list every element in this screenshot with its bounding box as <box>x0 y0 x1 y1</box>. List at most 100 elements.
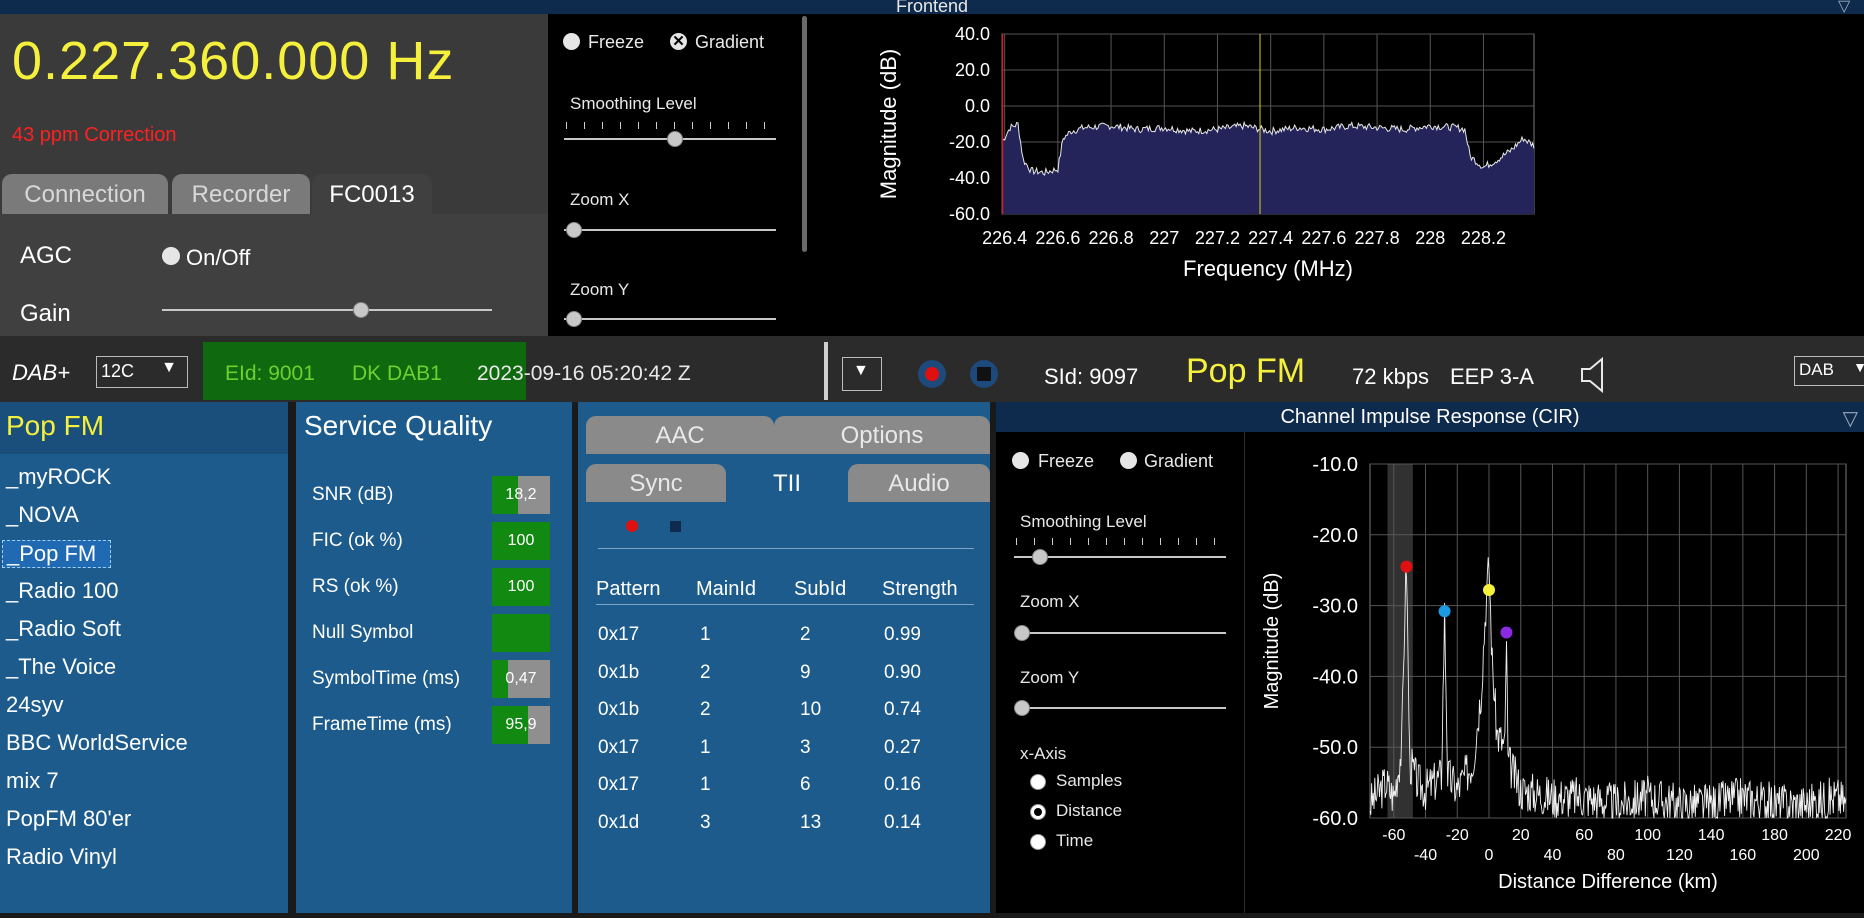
tii-cell: 0.74 <box>884 699 921 720</box>
x-axis-option-radio[interactable] <box>1030 834 1046 850</box>
collapse-icon[interactable]: ▽ <box>1843 406 1858 431</box>
stop-button[interactable] <box>970 360 998 388</box>
cir-freeze-radio[interactable] <box>1012 452 1029 469</box>
agc-toggle-radio[interactable] <box>162 247 180 265</box>
chevron-down-icon: ▼ <box>1853 359 1864 375</box>
tab-recorder[interactable]: Recorder <box>172 174 310 214</box>
tii-cell: 3 <box>700 811 711 833</box>
tii-cell: 10 <box>800 699 822 720</box>
service-list-item-selected[interactable]: _Pop FM <box>2 540 112 568</box>
cir-smoothing-slider-thumb[interactable] <box>1032 549 1049 565</box>
smoothing-ticks <box>566 122 776 129</box>
tab-audio[interactable]: Audio <box>848 464 990 502</box>
tab-connection[interactable]: Connection <box>2 174 168 214</box>
quality-label: FIC (ok %) <box>312 530 403 551</box>
speaker-icon[interactable] <box>1580 355 1608 400</box>
service-list-item[interactable]: Radio Vinyl <box>6 844 117 870</box>
service-quality-panel: Service Quality SNR (dB) 18,2 FIC (ok %) 10… <box>296 402 572 913</box>
x-axis-option-radio[interactable] <box>1030 804 1046 820</box>
controls-scrollbar[interactable] <box>802 16 807 252</box>
service-list-item[interactable]: _myROCK <box>6 464 111 490</box>
x-axis-option-radio[interactable] <box>1030 774 1046 790</box>
zoom-y-slider-track[interactable] <box>564 318 776 320</box>
x-axis-label: x-Axis <box>1020 744 1067 763</box>
cir-x-axis-label: Distance Difference (km) <box>1498 871 1718 893</box>
chevron-down-icon: ▼ <box>161 359 177 376</box>
service-list-item[interactable]: _Radio 100 <box>6 578 119 604</box>
service-list-item[interactable]: PopFM 80'er <box>6 806 131 832</box>
x-tick-label: -60 <box>1382 827 1405 844</box>
panel-divider <box>288 402 296 913</box>
service-list-item[interactable]: _Radio Soft <box>6 616 121 642</box>
service-list-item[interactable]: mix 7 <box>6 768 59 794</box>
tii-cell: 0x1d <box>598 811 640 833</box>
record-button[interactable] <box>918 360 946 388</box>
cir-y-axis-label: Magnitude (dB) <box>1261 573 1283 710</box>
ensemble-name: DK DAB1 <box>352 362 442 385</box>
x-tick-label: 226.6 <box>1035 228 1080 248</box>
x-tick-label: 120 <box>1666 847 1693 864</box>
col-mainid: MainId <box>696 578 757 600</box>
spectrum-x-axis-label: Frequency (MHz) <box>1183 256 1353 281</box>
service-list-title: Pop FM <box>6 410 105 441</box>
tii-cell: 2 <box>800 624 811 645</box>
tab-tii[interactable]: TII <box>728 464 846 502</box>
col-subid: SubId <box>794 578 847 600</box>
cir-gradient-radio[interactable] <box>1120 452 1137 469</box>
x-tick-label: -40 <box>1414 847 1437 864</box>
quality-value: 0,47 <box>505 670 537 687</box>
gain-slider-track[interactable] <box>162 309 492 311</box>
service-dropdown-button[interactable]: ▼ <box>842 357 882 391</box>
cir-chart-panel: -10.0 -20.0 -30.0 -40.0 -50.0 -60.0 -60 -20 20 6… <box>1246 432 1864 913</box>
record-indicator-icon <box>626 520 638 532</box>
cir-zoom-x-slider-thumb[interactable] <box>1014 625 1030 641</box>
cir-controls-panel: Freeze Gradient Smoothing Level Zoom X Z… <box>996 432 1246 913</box>
x-tick-label: 80 <box>1607 847 1625 864</box>
band-value: DAB <box>1799 360 1834 379</box>
spectrum-area <box>1002 122 1534 214</box>
channel-select[interactable]: 12C ▼ <box>96 356 188 388</box>
cir-chart: -10.0 -20.0 -30.0 -40.0 -50.0 -60.0 -60 -20 20 6… <box>1261 454 1852 893</box>
cir-zoom-x-label: Zoom X <box>1020 592 1080 611</box>
smoothing-label: Smoothing Level <box>570 94 697 113</box>
cir-zoom-x-slider-track[interactable] <box>1014 632 1226 634</box>
cir-zoom-y-slider-thumb[interactable] <box>1014 700 1030 716</box>
tuner-settings-panel <box>0 214 548 336</box>
tab-options[interactable]: Options <box>774 416 990 454</box>
quality-label: SNR (dB) <box>312 484 394 505</box>
quality-value: 100 <box>507 532 535 549</box>
band-select[interactable]: DAB ▼ <box>1794 356 1864 386</box>
cir-gradient-label: Gradient <box>1144 451 1214 471</box>
cir-title: Channel Impulse Response (CIR) <box>1280 406 1580 428</box>
frequency-value: 0.227.360.000 <box>12 31 371 91</box>
x-tick-label: 227.8 <box>1355 228 1400 248</box>
zoom-x-slider-thumb[interactable] <box>566 222 582 238</box>
y-tick-label: -20.0 <box>949 132 990 152</box>
service-list-item[interactable]: 24syv <box>6 692 63 718</box>
x-tick-label: 227 <box>1149 228 1179 248</box>
cir-zoom-y-slider-track[interactable] <box>1014 707 1226 709</box>
x-tick-label: 200 <box>1793 847 1820 864</box>
tii-cell: 1 <box>700 736 711 758</box>
service-list-item[interactable]: _The Voice <box>6 654 116 680</box>
x-tick-label: 226.8 <box>1089 228 1134 248</box>
y-tick-label: -10.0 <box>1312 454 1358 476</box>
x-tick-label: 226.4 <box>982 228 1027 248</box>
zoom-x-slider-track[interactable] <box>564 229 776 231</box>
tii-peak-marker <box>1500 626 1513 639</box>
gain-slider-thumb[interactable] <box>353 302 369 318</box>
tii-cell: 1 <box>700 774 711 795</box>
x-tick-label: 227.6 <box>1301 228 1346 248</box>
tab-sync[interactable]: Sync <box>586 464 726 502</box>
freeze-radio[interactable] <box>563 33 580 50</box>
gradient-checked-icon[interactable]: ✕ <box>670 33 687 50</box>
tab-fc0013[interactable]: FC0013 <box>312 174 432 214</box>
zoom-y-slider-thumb[interactable] <box>566 311 582 327</box>
stop-icon <box>977 367 991 381</box>
service-list-item[interactable]: BBC WorldService <box>6 730 188 756</box>
tii-cell: 13 <box>800 811 822 833</box>
service-list-item[interactable]: _NOVA <box>6 502 79 528</box>
quality-label: FrameTime (ms) <box>312 714 452 735</box>
x-tick-label: 220 <box>1825 827 1852 844</box>
tab-aac[interactable]: AAC <box>586 416 774 454</box>
